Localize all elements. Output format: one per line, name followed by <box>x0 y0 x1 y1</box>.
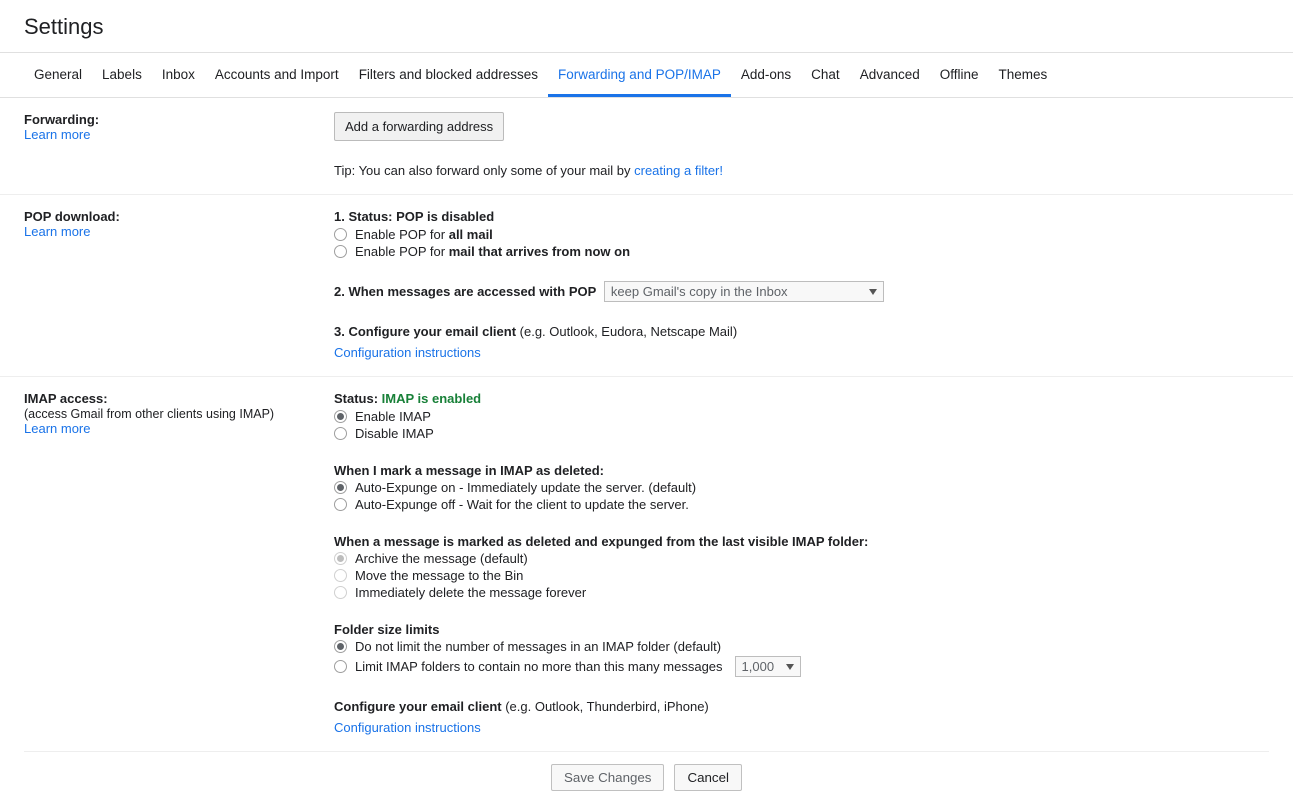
folder-limit-label: Limit IMAP folders to contain no more th… <box>355 659 723 674</box>
pop-label: POP download: <box>24 209 120 224</box>
section-forwarding: Forwarding: Learn more Add a forwarding … <box>0 98 1293 195</box>
settings-tabs: General Labels Inbox Accounts and Import… <box>0 52 1293 98</box>
section-imap: IMAP access: (access Gmail from other cl… <box>0 377 1293 751</box>
expunge-delete-label: Immediately delete the message forever <box>355 585 586 600</box>
pop-learn-more-link[interactable]: Learn more <box>24 224 90 239</box>
expunge-bin-radio <box>334 569 347 582</box>
tab-offline[interactable]: Offline <box>930 53 989 97</box>
add-forwarding-address-button[interactable]: Add a forwarding address <box>334 112 504 141</box>
tab-inbox[interactable]: Inbox <box>152 53 205 97</box>
pop-when-accessed-label: 2. When messages are accessed with POP <box>334 284 596 299</box>
section-pop: POP download: Learn more 1. Status: POP … <box>0 195 1293 377</box>
tab-accounts[interactable]: Accounts and Import <box>205 53 349 97</box>
imap-disable-radio[interactable] <box>334 427 347 440</box>
imap-learn-more-link[interactable]: Learn more <box>24 421 90 436</box>
imap-disable-label: Disable IMAP <box>355 426 434 441</box>
expunge-delete-radio <box>334 586 347 599</box>
tab-advanced[interactable]: Advanced <box>850 53 930 97</box>
folder-limits-header: Folder size limits <box>334 622 1269 637</box>
tab-forwarding[interactable]: Forwarding and POP/IMAP <box>548 53 731 97</box>
forwarding-learn-more-link[interactable]: Learn more <box>24 127 90 142</box>
imap-delete-header: When I mark a message in IMAP as deleted… <box>334 463 1269 478</box>
tab-general[interactable]: General <box>24 53 92 97</box>
auto-expunge-on-radio[interactable] <box>334 481 347 494</box>
imap-configure-bold: Configure your email client <box>334 699 505 714</box>
save-changes-button[interactable]: Save Changes <box>551 764 664 791</box>
imap-subnote: (access Gmail from other clients using I… <box>24 407 274 421</box>
cancel-button[interactable]: Cancel <box>674 764 742 791</box>
tab-chat[interactable]: Chat <box>801 53 850 97</box>
folder-limit-radio[interactable] <box>334 660 347 673</box>
imap-configure-suffix: (e.g. Outlook, Thunderbird, iPhone) <box>505 699 709 714</box>
expunge-archive-label: Archive the message (default) <box>355 551 528 566</box>
forwarding-tip: Tip: You can also forward only some of y… <box>334 163 1269 178</box>
expunge-bin-label: Move the message to the Bin <box>355 568 523 583</box>
folder-no-limit-label: Do not limit the number of messages in a… <box>355 639 721 654</box>
imap-enable-label: Enable IMAP <box>355 409 431 424</box>
auto-expunge-on-label: Auto-Expunge on - Immediately update the… <box>355 480 696 495</box>
pop-action-select[interactable]: keep Gmail's copy in the Inbox <box>604 281 884 302</box>
pop-from-now-radio[interactable] <box>334 245 347 258</box>
imap-label: IMAP access: <box>24 391 108 406</box>
tab-themes[interactable]: Themes <box>989 53 1058 97</box>
tab-labels[interactable]: Labels <box>92 53 152 97</box>
auto-expunge-off-label: Auto-Expunge off - Wait for the client t… <box>355 497 689 512</box>
pop-status-prefix: 1. Status: <box>334 209 396 224</box>
tab-filters[interactable]: Filters and blocked addresses <box>349 53 548 97</box>
pop-all-mail-label: Enable POP for all mail <box>355 227 493 242</box>
pop-configure-suffix: (e.g. Outlook, Eudora, Netscape Mail) <box>520 324 738 339</box>
imap-enable-radio[interactable] <box>334 410 347 423</box>
forwarding-tip-text: Tip: You can also forward only some of y… <box>334 163 634 178</box>
expunge-archive-radio <box>334 552 347 565</box>
forwarding-label: Forwarding: <box>24 112 99 127</box>
pop-configure-bold: 3. Configure your email client <box>334 324 520 339</box>
imap-status-value: IMAP is enabled <box>382 391 481 406</box>
folder-no-limit-radio[interactable] <box>334 640 347 653</box>
folder-limit-select[interactable]: 1,000 <box>735 656 801 677</box>
pop-status-value: POP is disabled <box>396 209 494 224</box>
imap-config-instructions-link[interactable]: Configuration instructions <box>334 720 481 735</box>
imap-status-prefix: Status: <box>334 391 382 406</box>
pop-config-instructions-link[interactable]: Configuration instructions <box>334 345 481 360</box>
create-filter-link[interactable]: creating a filter! <box>634 163 723 178</box>
pop-from-now-label: Enable POP for mail that arrives from no… <box>355 244 630 259</box>
imap-expunge-header: When a message is marked as deleted and … <box>334 534 1269 549</box>
footer-buttons: Save Changes Cancel <box>24 751 1269 811</box>
page-title: Settings <box>0 0 1293 52</box>
pop-all-mail-radio[interactable] <box>334 228 347 241</box>
auto-expunge-off-radio[interactable] <box>334 498 347 511</box>
tab-addons[interactable]: Add-ons <box>731 53 801 97</box>
